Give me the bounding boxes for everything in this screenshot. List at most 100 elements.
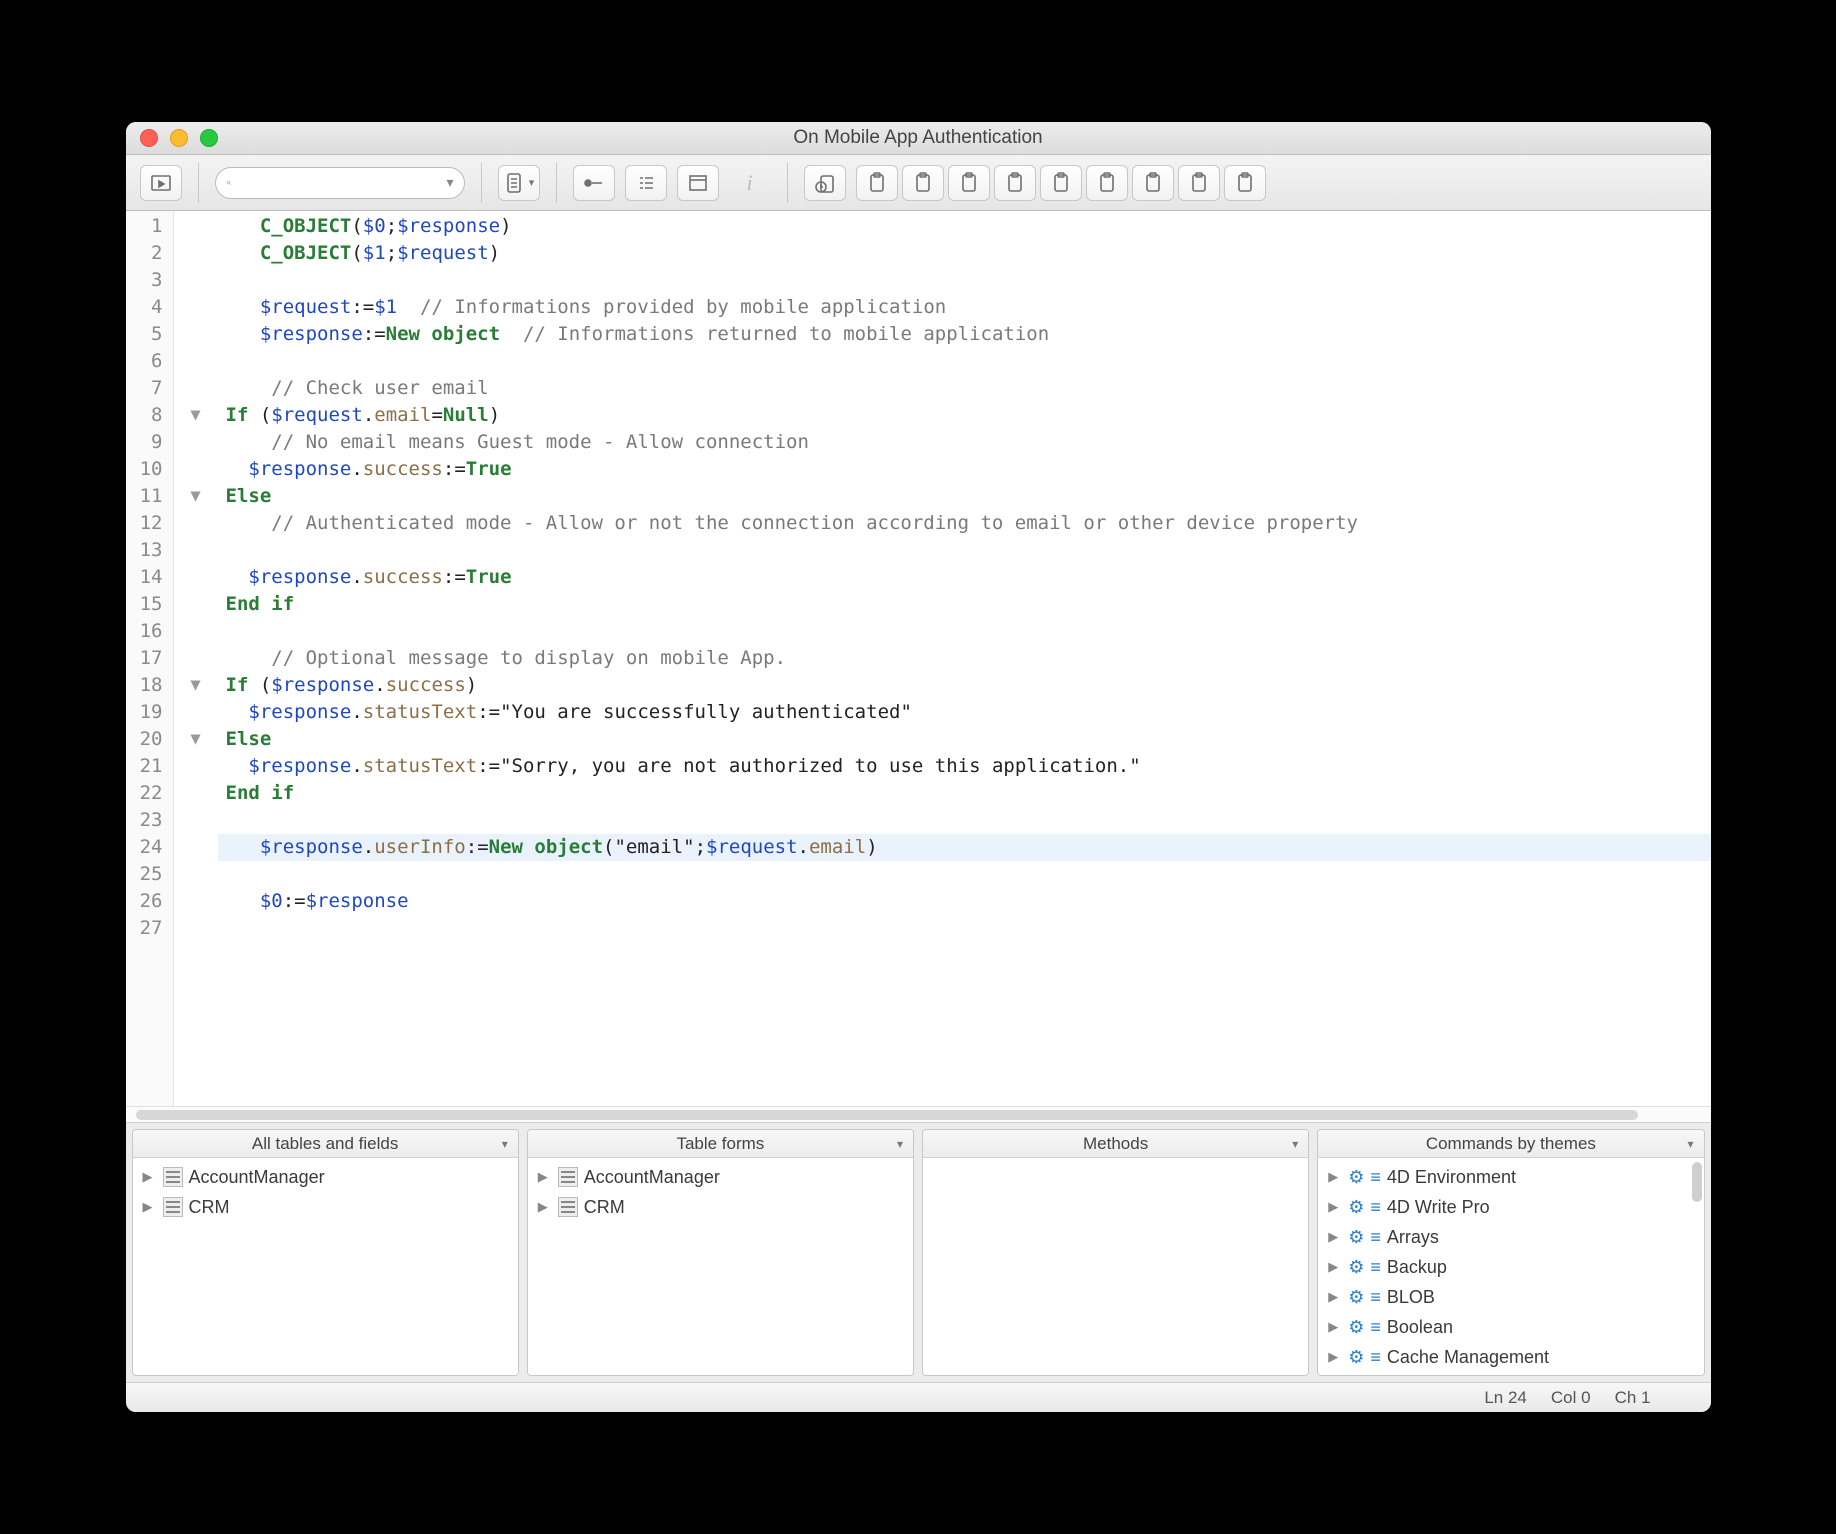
clipboard-slot[interactable]	[1224, 165, 1266, 201]
search-input[interactable]	[239, 174, 438, 191]
disclosure-icon[interactable]: ▶	[143, 1199, 157, 1215]
disclosure-icon[interactable]: ▶	[143, 1169, 157, 1185]
list-icon: ≡	[1370, 1287, 1381, 1308]
tree-item[interactable]: ▶⚙≡Backup	[1324, 1252, 1697, 1282]
disclosure-icon[interactable]: ▶	[1328, 1169, 1342, 1185]
code-line[interactable]	[218, 267, 1711, 294]
zoom-button[interactable]	[200, 129, 218, 147]
tree-item[interactable]: ▶⚙≡Arrays	[1324, 1222, 1697, 1252]
panel-p4: Commands by themes▾ ▶⚙≡4D Environment▶⚙≡4…	[1317, 1129, 1704, 1376]
window-button[interactable]	[677, 165, 719, 201]
clipboard-history-button[interactable]	[804, 165, 846, 201]
window-icon	[686, 171, 710, 195]
minimize-button[interactable]	[170, 129, 188, 147]
clipboard-slot[interactable]	[902, 165, 944, 201]
run-method-button[interactable]	[140, 165, 182, 201]
code-line[interactable]	[218, 861, 1711, 888]
lines-icon	[634, 171, 658, 195]
code-line[interactable]	[218, 807, 1711, 834]
list-icon: ≡	[1370, 1227, 1381, 1248]
tree-item[interactable]: ▶AccountManager	[139, 1162, 512, 1192]
code-line[interactable]: End if	[218, 591, 1711, 618]
panel-header[interactable]: Commands by themes▾	[1318, 1130, 1703, 1158]
code-line[interactable]: // Check user email	[218, 375, 1711, 402]
code-editor[interactable]: C_OBJECT($0;$response) C_OBJECT($1;$requ…	[218, 211, 1711, 1106]
chevron-down-icon[interactable]: ▾	[502, 1137, 508, 1151]
code-line[interactable]: // Authenticated mode - Allow or not the…	[218, 510, 1711, 537]
code-line[interactable]	[218, 915, 1711, 942]
tree-item[interactable]: ▶ AccountManager	[534, 1162, 907, 1192]
chevron-down-icon[interactable]: ▾	[1292, 1137, 1298, 1151]
macros-button[interactable]: ▾	[498, 165, 540, 201]
code-line[interactable]: $response.statusText:="Sorry, you are no…	[218, 753, 1711, 780]
code-line[interactable]: If ($response.success)	[218, 672, 1711, 699]
panel-body	[923, 1158, 1308, 1375]
code-line[interactable]: If ($request.email=Null)	[218, 402, 1711, 429]
clipboard-slot[interactable]	[1086, 165, 1128, 201]
search-field[interactable]: ▾	[215, 167, 465, 199]
code-line[interactable]	[218, 618, 1711, 645]
code-line[interactable]: End if	[218, 780, 1711, 807]
tree-item[interactable]: ▶⚙≡4D Environment	[1324, 1162, 1697, 1192]
clipboard-icon	[957, 171, 981, 195]
chevron-down-icon[interactable]: ▾	[446, 174, 453, 191]
clipboard-slot[interactable]	[948, 165, 990, 201]
scroll-thumb[interactable]	[136, 1110, 1638, 1120]
line-gutter: 1234567891011121314151617181920212223242…	[126, 211, 174, 1106]
chevron-down-icon[interactable]: ▾	[897, 1137, 903, 1151]
clipboard-slot[interactable]	[1040, 165, 1082, 201]
tree-item[interactable]: ▶CRM	[139, 1192, 512, 1222]
code-line[interactable]	[218, 348, 1711, 375]
panel-header[interactable]: All tables and fields▾	[133, 1130, 518, 1158]
code-line[interactable]: // No email means Guest mode - Allow con…	[218, 429, 1711, 456]
disclosure-icon[interactable]: ▶	[1328, 1199, 1342, 1215]
code-line[interactable]: $response.success:=True	[218, 564, 1711, 591]
code-line[interactable]: $response.success:=True	[218, 456, 1711, 483]
close-button[interactable]	[140, 129, 158, 147]
tree-item[interactable]: ▶CRM	[534, 1192, 907, 1222]
clipboard-slot[interactable]	[994, 165, 1036, 201]
code-line[interactable]: $response:=New object // Informations re…	[218, 321, 1711, 348]
clipboard-icon	[1233, 171, 1257, 195]
clipboard-slot[interactable]	[856, 165, 898, 201]
tree-item-label: AccountManager	[584, 1167, 720, 1188]
collapse-button[interactable]	[625, 165, 667, 201]
panel-header[interactable]: Methods▾	[923, 1130, 1308, 1158]
panel-header[interactable]: Table forms▾	[528, 1130, 913, 1158]
disclosure-icon[interactable]: ▶	[1328, 1319, 1342, 1335]
code-line[interactable]	[218, 537, 1711, 564]
code-line[interactable]: $request:=$1 // Informations provided by…	[218, 294, 1711, 321]
horizontal-scrollbar[interactable]	[126, 1106, 1711, 1122]
disclosure-icon[interactable]: ▶	[1328, 1349, 1342, 1365]
code-line[interactable]: $0:=$response	[218, 888, 1711, 915]
code-line[interactable]: $response.userInfo:=New object("email";$…	[218, 834, 1711, 861]
code-line[interactable]: $response.statusText:="You are successfu…	[218, 699, 1711, 726]
code-line[interactable]: // Optional message to display on mobile…	[218, 645, 1711, 672]
clipboard-icon	[1095, 171, 1119, 195]
disclosure-icon[interactable]: ▶	[538, 1199, 552, 1215]
table-icon	[558, 1167, 578, 1187]
clipboard-slot[interactable]	[1132, 165, 1174, 201]
tree-item-label: Backup	[1387, 1257, 1447, 1278]
disclosure-icon[interactable]: ▶	[1328, 1289, 1342, 1305]
info-button[interactable]: i	[729, 165, 771, 201]
tree-item[interactable]: ▶⚙≡Cache Management	[1324, 1342, 1697, 1372]
code-line[interactable]: C_OBJECT($0;$response)	[218, 213, 1711, 240]
code-line[interactable]: C_OBJECT($1;$request)	[218, 240, 1711, 267]
list-icon: ≡	[1370, 1347, 1381, 1368]
tree-item[interactable]: ▶⚙≡BLOB	[1324, 1282, 1697, 1312]
clipboard-icon	[911, 171, 935, 195]
disclosure-icon[interactable]: ▶	[1328, 1229, 1342, 1245]
code-line[interactable]: Else	[218, 483, 1711, 510]
clipboard-slot[interactable]	[1178, 165, 1220, 201]
tree-item[interactable]: ▶⚙≡Boolean	[1324, 1312, 1697, 1342]
code-line[interactable]: Else	[218, 726, 1711, 753]
clipboard-icon	[1003, 171, 1027, 195]
traffic-lights	[140, 129, 218, 147]
disclosure-icon[interactable]: ▶	[1328, 1259, 1342, 1275]
disclosure-icon[interactable]: ▶	[538, 1169, 552, 1185]
chevron-down-icon[interactable]: ▾	[1687, 1137, 1693, 1151]
tree-item[interactable]: ▶⚙≡4D Write Pro	[1324, 1192, 1697, 1222]
vertical-scrollbar[interactable]	[1692, 1162, 1702, 1202]
expand-button[interactable]	[573, 165, 615, 201]
